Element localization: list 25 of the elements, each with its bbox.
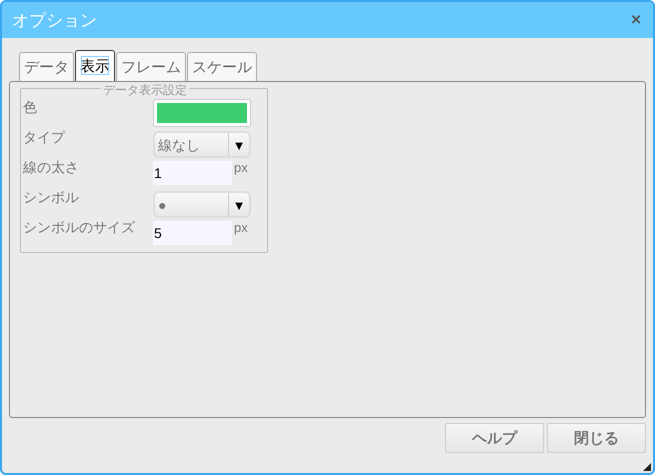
field-label: 色 <box>23 99 38 117</box>
color-picker[interactable] <box>153 99 251 127</box>
close-button[interactable]: × <box>629 10 643 30</box>
field-label: シンボルのサイズ <box>23 219 136 237</box>
field-label: タイプ <box>23 129 66 147</box>
dialog-button[interactable]: ヘルプ <box>445 423 544 453</box>
field-label: 線の太さ <box>23 159 80 177</box>
resize-grip-icon[interactable] <box>643 463 651 471</box>
dropdown-arrow: ▼ <box>232 137 246 155</box>
dialog-button[interactable]: 閉じる <box>547 423 646 453</box>
unit-label: px <box>234 220 248 235</box>
input-field[interactable]: 1 <box>153 161 232 185</box>
dropdown-value: ● <box>155 193 229 216</box>
dropdown[interactable]: ● ▼ <box>153 191 251 218</box>
dropdown-arrow: ▼ <box>232 197 246 215</box>
tab[interactable]: スケール <box>187 52 257 81</box>
field-label: シンボル <box>23 189 80 207</box>
unit-label: px <box>234 160 248 175</box>
window-title: オプション <box>12 10 97 32</box>
tab[interactable]: フレーム <box>116 52 186 81</box>
tab[interactable]: データ <box>19 52 74 81</box>
dropdown[interactable]: 線なし ▼ <box>153 131 251 158</box>
group-legend: データ表示設定 <box>101 82 189 99</box>
input-field[interactable]: 5 <box>153 221 232 245</box>
dropdown-value: 線なし <box>155 133 229 156</box>
